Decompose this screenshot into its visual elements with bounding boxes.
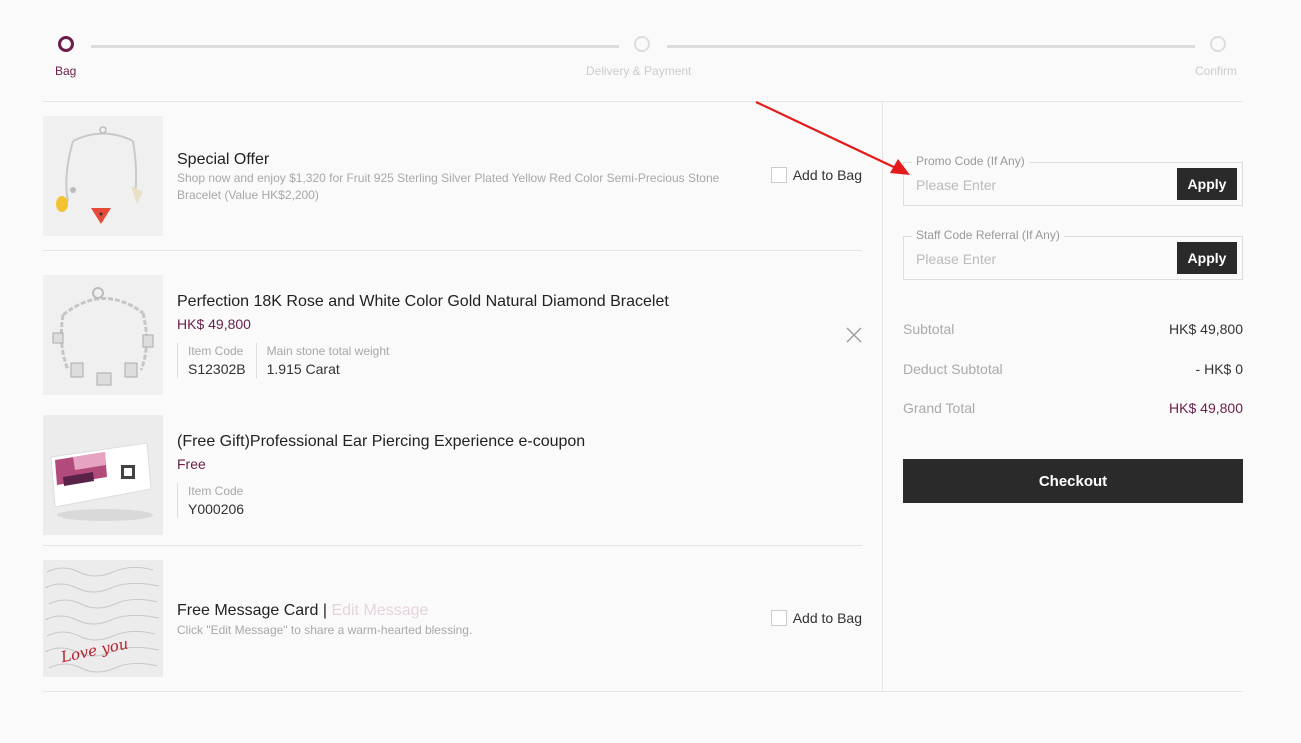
bracelet-title: Perfection 18K Rose and White Color Gold… <box>177 293 669 310</box>
message-card-title: Free Message Card | <box>177 602 327 619</box>
step-bag-indicator <box>58 36 74 52</box>
step-delivery-indicator <box>634 36 650 52</box>
stone-weight-label: Main stone total weight <box>266 344 390 358</box>
subtotal-value: HK$ 49,800 <box>1169 321 1243 337</box>
staff-code-label: Staff Code Referral (If Any) <box>912 228 1064 242</box>
step-delivery-label: Delivery & Payment <box>586 64 692 78</box>
grand-total-value: HK$ 49,800 <box>1169 400 1243 416</box>
bracelet-fruit-image <box>43 116 163 236</box>
message-card-image: Love you <box>43 560 163 677</box>
item-code-cell: Item Code Y000206 <box>177 483 254 518</box>
promo-code-field: Promo Code (If Any) Apply <box>903 154 1243 206</box>
grand-total-row: Grand Total HK$ 49,800 <box>903 400 1243 416</box>
add-to-bag-label: Add to Bag <box>792 610 862 626</box>
step-connector <box>91 45 619 48</box>
step-confirm-label: Confirm <box>1195 64 1238 78</box>
item-code-value: Y000206 <box>188 501 245 517</box>
bracelet-price: HK$ 49,800 <box>177 316 251 332</box>
staff-code-input[interactable] <box>914 245 1168 273</box>
column-divider <box>882 101 883 691</box>
apply-staff-code-button[interactable]: Apply <box>1177 242 1237 274</box>
message-card-item: Love you Free Message Card | Edit Messag… <box>43 560 862 677</box>
gift-details: Item Code Y000206 <box>177 483 254 518</box>
ear-piercing-coupon-image <box>43 415 163 535</box>
subtotal-row: Subtotal HK$ 49,800 <box>903 321 1243 337</box>
gift-title: (Free Gift)Professional Ear Piercing Exp… <box>177 433 586 450</box>
message-card-title-row: Free Message Card | Edit Message <box>177 602 428 620</box>
checkbox[interactable] <box>770 610 787 626</box>
diamond-bracelet-image <box>43 275 163 395</box>
grand-total-label: Grand Total <box>903 400 976 416</box>
item-code-value: S12302B <box>188 361 246 377</box>
stone-weight-value: 1.915 Carat <box>266 361 340 377</box>
step-confirm-indicator <box>1210 36 1226 52</box>
item-separator <box>43 545 862 546</box>
promo-code-input[interactable] <box>914 171 1168 199</box>
deduct-subtotal-label: Deduct Subtotal <box>903 361 1003 377</box>
divider <box>43 691 1243 692</box>
annotation-arrow-icon <box>755 101 910 175</box>
deduct-subtotal-row: Deduct Subtotal - HK$ 0 <box>903 361 1243 377</box>
promo-code-label: Promo Code (If Any) <box>912 154 1029 168</box>
deduct-subtotal-value: - HK$ 0 <box>1195 361 1243 377</box>
step-bag-label: Bag <box>55 64 77 78</box>
special-offer-title: Special Offer <box>177 151 270 168</box>
item-separator <box>43 250 862 251</box>
apply-promo-button[interactable]: Apply <box>1177 168 1237 200</box>
staff-code-field: Staff Code Referral (If Any) Apply <box>903 228 1243 280</box>
cart-item-bracelet: Perfection 18K Rose and White Color Gold… <box>43 275 862 395</box>
special-offer-item: Special Offer Shop now and enjoy $1,320 … <box>43 116 862 251</box>
remove-item-icon[interactable] <box>846 327 862 343</box>
gift-price: Free <box>177 456 206 472</box>
checkout-progress: Bag Delivery & Payment Confirm <box>43 36 1243 86</box>
edit-message-link[interactable]: Edit Message <box>331 602 428 619</box>
subtotal-label: Subtotal <box>903 321 955 337</box>
checkout-button[interactable]: Checkout <box>903 459 1243 503</box>
item-code-label: Item Code <box>188 484 244 498</box>
special-offer-description: Shop now and enjoy $1,320 for Fruit 925 … <box>177 171 720 202</box>
item-code-cell: Item Code S12302B <box>177 343 256 378</box>
divider <box>43 101 1243 102</box>
step-connector <box>667 45 1195 48</box>
add-message-card-toggle[interactable]: Add to Bag <box>770 610 862 626</box>
bracelet-details: Item Code S12302B Main stone total weigh… <box>177 343 399 378</box>
message-card-description: Click "Edit Message" to share a warm-hea… <box>177 623 473 637</box>
stone-weight-cell: Main stone total weight 1.915 Carat <box>255 343 400 378</box>
item-code-label: Item Code <box>188 344 244 358</box>
cart-item-gift: (Free Gift)Professional Ear Piercing Exp… <box>43 415 862 546</box>
